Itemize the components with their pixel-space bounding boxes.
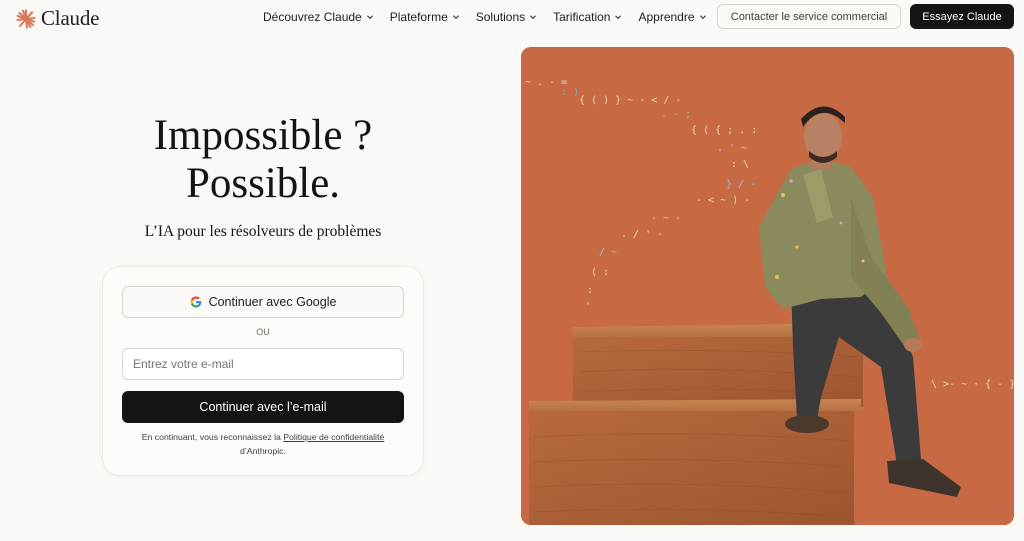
svg-text:/ ~: / ~ [599, 247, 617, 258]
svg-text:{ ( { ; . :: { ( { ; . : [691, 125, 757, 136]
google-button-label: Continuer avec Google [208, 295, 337, 309]
hero-image: ~ . - = : ) { ( ) } ~ - < / - . - ; { ( … [521, 47, 1014, 525]
privacy-policy-link[interactable]: Politique de confidentialité [283, 432, 384, 442]
svg-text::: : [587, 285, 593, 296]
contact-sales-button[interactable]: Contacter le service commercial [717, 4, 901, 29]
legal-suffix: d’Anthropic. [240, 446, 286, 456]
hero-illustration: ~ . - = : ) { ( ) } ~ - < / - . - ; { ( … [521, 47, 1014, 525]
nav-item-solutions[interactable]: Solutions [476, 10, 537, 24]
try-claude-button[interactable]: Essayez Claude [910, 4, 1014, 29]
chevron-down-icon [615, 15, 622, 20]
brand-name: Claude [41, 6, 100, 30]
nav-item-plateforme[interactable]: Plateforme [390, 10, 460, 24]
top-nav-bar: Claude Découvrez Claude Plateforme Solut… [0, 0, 1024, 34]
nav-item-label: Plateforme [389, 10, 448, 24]
chevron-down-icon [699, 15, 706, 20]
svg-text:- < ~ ) -: - < ~ ) - [696, 195, 750, 206]
brand-logo[interactable]: Claude [16, 6, 99, 31]
hero-subtitle: L’IA pour les résolveurs de problèmes [144, 223, 382, 240]
chevron-down-icon [530, 15, 537, 20]
svg-text:( :: ( : [591, 267, 609, 278]
svg-text:: ): : ) [561, 87, 579, 98]
chevron-down-icon [452, 15, 459, 20]
svg-text:': ' [585, 301, 591, 312]
svg-text:. / ' -: . / ' - [621, 229, 663, 240]
legal-prefix: En continuant, vous reconnaissez la [141, 432, 284, 442]
nav-item-label: Apprendre [638, 10, 695, 24]
nav-item-label: Découvrez Claude [263, 10, 362, 24]
svg-text:\ >- ~ · { - }: \ >- ~ · { - } [931, 379, 1014, 390]
chevron-down-icon [366, 15, 373, 20]
hero-title: Impossible ? Possible. [100, 112, 426, 208]
nav-item-tarification[interactable]: Tarification [553, 10, 622, 24]
legal-notice: En continuant, vous reconnaissez la Poli… [123, 430, 403, 458]
or-divider: OU [256, 327, 270, 337]
svg-text:} / -: } / - [726, 179, 756, 190]
continue-with-email-button[interactable]: Continuer avec l’e-mail [122, 391, 404, 423]
email-field[interactable] [122, 348, 404, 380]
nav-item-apprendre[interactable]: Apprendre [638, 10, 706, 24]
svg-text:{ ( ) } ~ - < / -: { ( ) } ~ - < / - [579, 95, 681, 106]
svg-text:: \: : \ [731, 159, 749, 170]
svg-text:- ~ -: - ~ - [651, 213, 681, 224]
nav-item-label: Tarification [553, 10, 611, 24]
nav-item-label: Solutions [475, 10, 526, 24]
claude-starburst-icon [16, 8, 36, 29]
svg-text:. - ;: . - ; [661, 109, 691, 120]
continue-with-google-button[interactable]: Continuer avec Google [122, 286, 404, 318]
nav-item-decouvrez-claude[interactable]: Découvrez Claude [263, 10, 374, 24]
main-nav: Découvrez Claude Plateforme Solutions Ta… [263, 10, 707, 24]
hero-title-line-1: Impossible ? [153, 112, 373, 159]
hero-title-line-2: Possible. [185, 160, 341, 207]
svg-text:. ' ~: . ' ~ [717, 143, 747, 154]
google-g-icon [190, 296, 201, 308]
signin-card: Continuer avec Google OU Continuer avec … [102, 266, 424, 476]
